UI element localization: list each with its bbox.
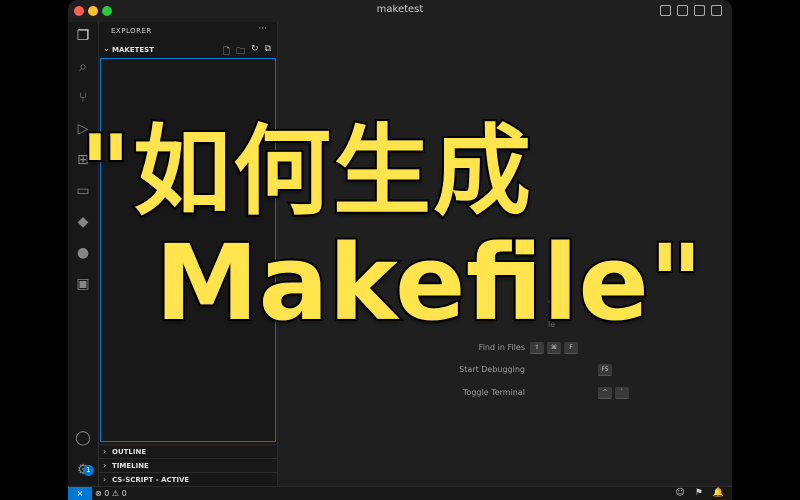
- status-bar: ⨯ ⊗ 0 ⚠ 0 ☺ ⚑ 🔔: [68, 486, 732, 500]
- github-icon[interactable]: ●: [75, 245, 91, 261]
- vscode-window: maketest ❐ ⌕ ⑂ ▷ ⊞ ▭ ◆ ● ▣ ◯ ⚙ 1 EXPLORE…: [68, 0, 732, 500]
- update-badge: 1: [83, 465, 94, 476]
- shortcut-key: ^: [598, 387, 612, 399]
- copilot-icon[interactable]: ☺: [675, 488, 684, 498]
- shortcut-find-in-files: Find in Files ⇧ ⌘ F: [458, 342, 603, 356]
- editor-area: ds le Find in Files ⇧ ⌘ F Start Debuggin…: [278, 22, 732, 486]
- search-icon[interactable]: ⌕: [75, 59, 91, 75]
- toggle-panel-icon[interactable]: [677, 5, 688, 16]
- timeline-label: TIMELINE: [112, 462, 149, 470]
- cs-script-section[interactable]: › CS-SCRIPT - ACTIVE: [99, 472, 277, 487]
- outline-section[interactable]: › OUTLINE: [99, 444, 277, 459]
- explorer-sidebar: EXPLORER ··· ⌄ MAKETEST 🗋 🗀 ↻ ⧉ › OUTLIN…: [99, 22, 278, 486]
- shortcut-toggle-terminal: Toggle Terminal ^ `: [458, 387, 629, 401]
- folder-name: MAKETEST: [112, 46, 154, 54]
- window-title: maketest: [376, 4, 424, 15]
- shortcut-key: F: [564, 342, 578, 354]
- error-icon: ⊗: [95, 489, 102, 498]
- shortcut-key: ⌘: [547, 342, 561, 354]
- remote-explorer-icon[interactable]: ▭: [75, 183, 91, 199]
- extensions-icon[interactable]: ⊞: [75, 152, 91, 168]
- shortcut-label: Toggle Terminal: [462, 388, 525, 397]
- toggle-sidebar-icon[interactable]: [660, 5, 671, 16]
- docker-icon[interactable]: ◆: [75, 214, 91, 230]
- toggle-secondary-sidebar-icon[interactable]: [694, 5, 705, 16]
- shortcut-key: ⇧: [530, 342, 544, 354]
- customize-layout-icon[interactable]: [711, 5, 722, 16]
- shortcut-start-debugging: Start Debugging F5: [458, 364, 612, 378]
- chevron-right-icon: ›: [103, 447, 107, 456]
- shortcut-key: `: [615, 387, 629, 399]
- timeline-section[interactable]: › TIMELINE: [99, 458, 277, 473]
- cs-script-label: CS-SCRIPT - ACTIVE: [112, 476, 190, 484]
- problems-indicator[interactable]: ⊗ 0 ⚠ 0: [95, 489, 127, 498]
- chevron-down-icon: ⌄: [103, 44, 110, 53]
- explorer-header: EXPLORER: [111, 27, 152, 35]
- shortcut-label: Start Debugging: [459, 365, 525, 374]
- partial-shortcut-label: ds: [548, 297, 558, 306]
- cs-script-icon[interactable]: ▣: [75, 276, 91, 292]
- file-tree[interactable]: [100, 58, 276, 442]
- outline-label: OUTLINE: [112, 448, 147, 456]
- chevron-right-icon: ›: [103, 461, 107, 470]
- feedback-icon[interactable]: ⚑: [695, 488, 703, 498]
- error-count: 0: [104, 489, 110, 498]
- activity-bar: ❐ ⌕ ⑂ ▷ ⊞ ▭ ◆ ● ▣ ◯ ⚙ 1: [68, 22, 99, 486]
- partial-shortcut-label: le: [548, 320, 556, 329]
- title-bar: maketest: [68, 0, 732, 23]
- shortcut-key: F5: [598, 364, 612, 376]
- source-control-icon[interactable]: ⑂: [75, 90, 91, 106]
- account-icon[interactable]: ◯: [75, 430, 91, 446]
- files-icon[interactable]: ❐: [75, 28, 91, 44]
- warning-count: 0: [121, 489, 127, 498]
- warning-icon: ⚠: [111, 489, 120, 498]
- folder-section-header[interactable]: ⌄ MAKETEST 🗋 🗀 ↻ ⧉: [99, 44, 277, 58]
- shortcut-label: Find in Files: [478, 343, 525, 352]
- notifications-bell-icon[interactable]: 🔔: [713, 488, 724, 498]
- remote-indicator-icon[interactable]: ⨯: [68, 487, 92, 500]
- more-actions-icon[interactable]: ···: [258, 24, 267, 34]
- chevron-right-icon: ›: [103, 475, 107, 484]
- run-debug-icon[interactable]: ▷: [75, 121, 91, 137]
